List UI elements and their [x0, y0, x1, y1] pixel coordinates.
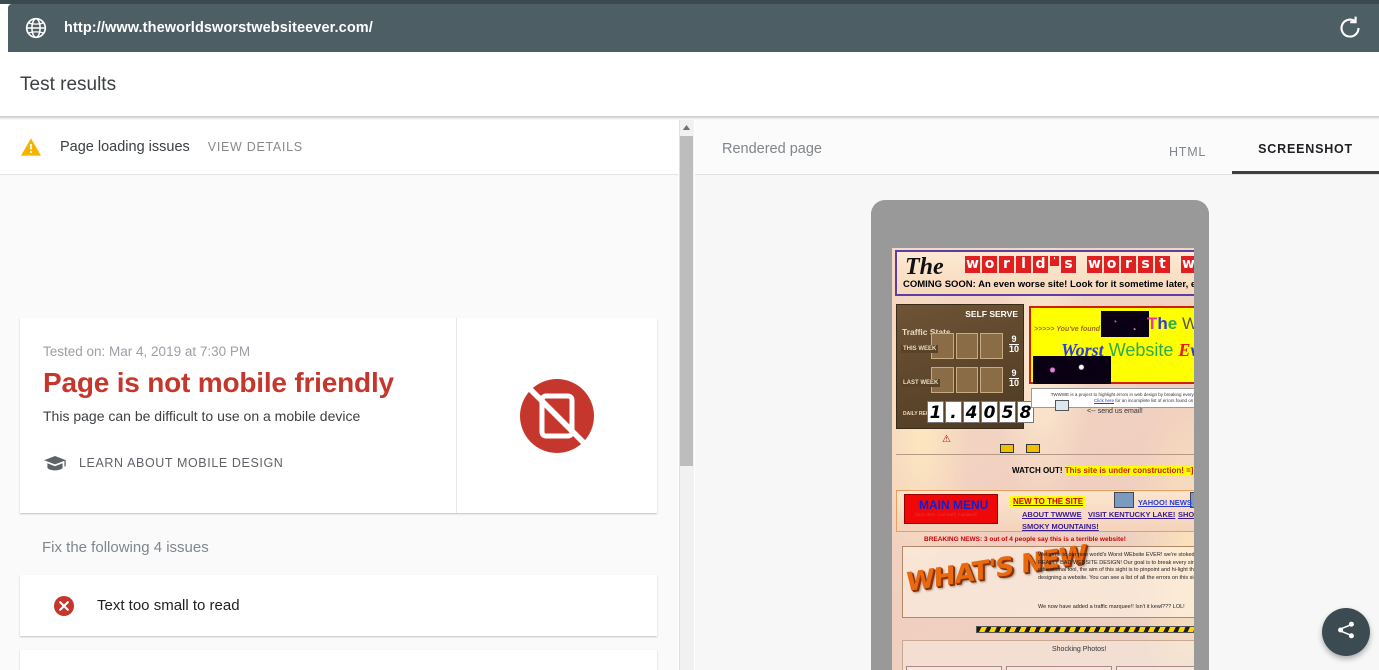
chevron-up-icon[interactable] [679, 120, 694, 135]
site-note-text: TWWWE is a project to highlight errors i… [1050, 392, 1194, 397]
hero-ever-text: Ever! [1178, 340, 1194, 360]
nav-link-shocking-pictures[interactable]: SHOCKING PICTURES! [1178, 510, 1194, 519]
new-to-site-link[interactable]: NEW TO THE SITE [1010, 496, 1087, 507]
share-icon [1336, 620, 1356, 645]
photo-cell-2: What about this one? [1006, 666, 1112, 670]
results-panel: Page loading issues VIEW DETAILS Tested … [0, 120, 678, 670]
issue-label: Text too small to read [97, 597, 240, 614]
photo-cell-3: and this one?? [1116, 666, 1194, 670]
horizontal-rule [896, 454, 1194, 455]
youve-found-text: >>>>> You've found [1034, 326, 1101, 333]
page-titlebar: Test results [0, 52, 1379, 118]
watch-out-banner: WATCH OUT! This site is under constructi… [1012, 466, 1194, 475]
share-button[interactable] [1322, 608, 1370, 656]
stats-row1-fraction: 9 10 [1008, 334, 1019, 354]
phone-mockup-frame: The world's worst websit COMING SOON: An… [871, 200, 1209, 670]
banner-the-text: The [905, 254, 944, 280]
tab-html[interactable]: HTML [1143, 145, 1232, 174]
nav-link-kentucky-lake[interactable]: VISIT KENTUCKY LAKE! [1088, 510, 1175, 519]
learn-about-mobile-design-link[interactable]: LEARN ABOUT MOBILE DESIGN [43, 454, 456, 472]
tab-screenshot[interactable]: SCREENSHOT [1232, 142, 1379, 174]
thumbnail-icon-1 [1114, 492, 1134, 508]
rendered-page-title: Rendered page [722, 141, 822, 157]
banner-subtext: COMING SOON: An even worse site! Look fo… [903, 279, 1194, 290]
preview-website: The world's worst websit COMING SOON: An… [892, 248, 1194, 670]
verdict-subtext: This page can be difficult to use on a m… [43, 408, 361, 425]
mobile-not-friendly-icon [457, 318, 657, 513]
hero-line-2: Worst Website Ever! [1061, 340, 1194, 361]
tested-on-timestamp: Tested on: Mar 4, 2019 at 7:30 PM [43, 344, 251, 359]
shocking-photos-title: Shocking Photos! [1052, 646, 1107, 653]
rendered-page-header: Rendered page HTML SCREENSHOT [695, 120, 1379, 175]
url-text: http://www.theworldsworstwebsiteever.com… [64, 20, 373, 36]
scrollbar-thumb[interactable] [680, 136, 693, 466]
rendered-screenshot: The world's worst websit COMING SOON: An… [892, 248, 1194, 670]
page-loading-issues-bar: Page loading issues VIEW DETAILS [0, 120, 678, 175]
truck-icon-1 [1000, 444, 1014, 453]
welcome-paragraph: Welcome to our new world's Worst WEbsite… [1038, 552, 1194, 581]
nav-link-about[interactable]: ABOUT TWWWE [1022, 510, 1082, 519]
traffic-counter: 1.4058 [927, 401, 1034, 423]
mobile-friendly-test-app: http://www.theworldsworstwebsiteever.com… [0, 0, 1379, 670]
list-item[interactable]: Text too small to read [20, 575, 657, 636]
marquee-note: We now have added a traffic marquee!! Is… [1038, 604, 1185, 610]
issues-list: Text too small to read Viewport not set [20, 575, 657, 670]
stats-row2-fraction: 9 10 [1008, 368, 1019, 388]
hero-line-1: The World's [1147, 314, 1194, 333]
issues-heading: Fix the following 4 issues [42, 539, 209, 556]
main-menu-label: MAIN MENU [919, 498, 989, 512]
site-note-rest: for an incomplete list of errors found o… [1115, 398, 1194, 403]
construction-warning-icon: ⚠ [942, 434, 951, 445]
title-shadow [0, 116, 1379, 120]
truck-icon-2 [1026, 444, 1040, 453]
nav-link-smoky-mountains[interactable]: SMOKY MOUNTAINS! [1022, 522, 1099, 531]
banner-letter-blocks: world's worst websit [965, 256, 1194, 273]
result-summary-card: Tested on: Mar 4, 2019 at 7:30 PM Page i… [20, 318, 657, 513]
stats-row2-label: LAST WEEK [901, 379, 941, 387]
breaking-news-text: BREAKING NEWS: 3 out of 4 people say thi… [924, 536, 1126, 543]
graduation-cap-icon [43, 454, 67, 472]
stats-row1-label: THIS WEEK [901, 345, 939, 353]
self-serve-label: SELF SERVE [965, 309, 1018, 319]
hazard-stripe-divider [976, 626, 1194, 633]
view-details-link[interactable]: VIEW DETAILS [208, 140, 303, 154]
site-hero-yellow-box: >>>>> You've found The World's Worst Web… [1029, 306, 1194, 384]
list-item[interactable]: Viewport not set [20, 650, 657, 670]
main-menu-sublabel: (and other cool stuff) *updated* [915, 512, 978, 517]
photo-cell-1: Can u guess how?? [906, 666, 1002, 670]
result-summary-text: Tested on: Mar 4, 2019 at 7:30 PM Page i… [20, 318, 457, 513]
verdict-heading: Page is not mobile friendly [43, 367, 394, 398]
starfield-image-1 [1101, 311, 1149, 337]
globe-icon [8, 4, 64, 52]
traffic-stats-widget: Traffic Stats SELF SERVE THIS WEEK 9 10 L… [896, 304, 1034, 429]
stats-slots-row2 [931, 367, 1004, 393]
learn-label: LEARN ABOUT MOBILE DESIGN [79, 456, 284, 471]
send-email-note: <-- send us email! [1087, 408, 1143, 415]
url-bar[interactable]: http://www.theworldsworstwebsiteever.com… [8, 4, 1379, 52]
nav-link-yahoo-news[interactable]: YAHOO! NEWS [1138, 498, 1192, 507]
reload-icon[interactable] [1333, 4, 1379, 52]
construction-strip [896, 433, 1194, 463]
error-circle-icon [53, 595, 75, 617]
stats-slots-row1 [931, 333, 1004, 359]
email-icon [1055, 400, 1069, 411]
page-title: Test results [20, 74, 117, 95]
alert-label: Page loading issues [60, 139, 190, 155]
main-menu-button[interactable]: MAIN MENU (and other cool stuff) *update… [904, 494, 998, 524]
site-note-link[interactable]: Click here [1094, 398, 1114, 403]
warning-triangle-icon [20, 137, 42, 157]
site-banner: The world's worst websit COMING SOON: An… [895, 250, 1194, 296]
